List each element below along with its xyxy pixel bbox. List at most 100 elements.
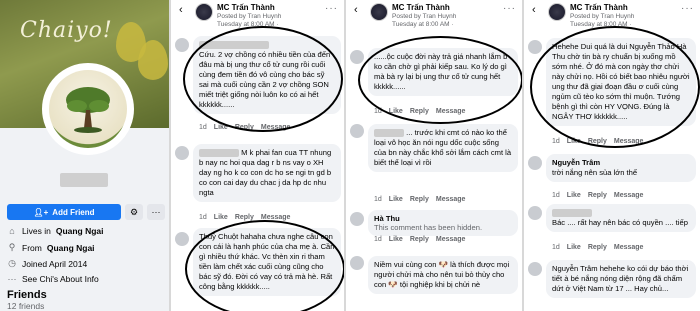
post-panel-4: ‹ MC Trấn Thành Posted by Tran Huynh Tue… [524,0,700,311]
home-icon: ⌂ [9,226,15,236]
message-button[interactable]: Message [614,138,644,145]
post-author[interactable]: MC Trấn Thành [392,3,450,12]
back-arrow-icon[interactable]: ‹ [532,4,536,16]
settings-button[interactable]: ⚙ [125,204,143,220]
reply-button[interactable]: Reply [588,244,607,251]
comment-text: Cứu. 2 vợ chồng có nhiều tiền của đến đâ… [199,50,331,109]
like-button[interactable]: Like [567,192,581,199]
comment: Niềm vui cùng con 🐶 là thích được mọi ng… [368,256,518,294]
commenter-avatar[interactable] [528,262,542,276]
comment-actions: 1d Like Reply Message [552,138,643,145]
message-button[interactable]: Message [261,124,291,131]
more-options-icon[interactable]: ··· [325,3,338,14]
more-options-icon[interactable]: ··· [681,3,694,14]
comment: Cứu. 2 vợ chồng có nhiều tiền của đến đâ… [193,36,341,114]
post-author[interactable]: MC Trấn Thành [217,3,275,12]
add-friend-label: Add Friend [52,207,95,217]
comment-actions: 1d Like Reply Message [552,244,643,251]
about-row[interactable]: ··· See Chi's About Info [7,274,99,284]
like-button[interactable]: Like [389,108,403,115]
comment-time: 1d [374,196,382,203]
message-button[interactable]: Message [614,192,644,199]
like-button[interactable]: Like [389,196,403,203]
commenter-avatar[interactable] [175,146,189,160]
post-time[interactable]: Tuesday at 8:00 AM · [570,21,632,28]
message-button[interactable]: Message [436,236,466,243]
reply-button[interactable]: Reply [588,192,607,199]
message-button[interactable]: Message [261,214,291,221]
comment: M k phai fan cua TT nhung b nay nc hoi q… [193,144,341,202]
avatar-image [49,70,127,148]
comment: Hehehe Dui quá là dui Nguyễn Thảo Hà Thu… [546,38,696,126]
commenter-name[interactable]: Nguyễn Trâm [552,158,690,168]
reply-button[interactable]: Reply [410,108,429,115]
like-button[interactable]: Like [214,214,228,221]
like-button[interactable]: Like [389,236,403,243]
posted-by: Posted by Tran Huynh [392,13,457,20]
comment: Nguyễn Trâm hehehe ko cói dự báo thời ti… [546,260,696,298]
commenter-avatar[interactable] [528,206,542,220]
like-button[interactable]: Like [567,138,581,145]
commenter-name-redacted [199,149,239,157]
message-button[interactable]: Message [436,196,466,203]
profile-avatar[interactable] [42,63,134,155]
back-arrow-icon[interactable]: ‹ [354,4,358,16]
page-avatar[interactable] [370,3,388,21]
reply-button[interactable]: Reply [235,124,254,131]
comment-text: Nguyễn Trâm hehehe ko cói dự báo thời ti… [552,264,689,293]
location-pin-icon: ⚲ [8,242,16,252]
commenter-name-redacted [552,209,592,217]
dots-icon: ··· [7,274,17,284]
more-options-icon[interactable]: ··· [503,3,516,14]
commenter-name[interactable]: Hà Thu [374,214,512,223]
comment-text: Hehehe Dui quá là dui Nguyễn Thảo Hà Thu… [552,42,690,121]
comment-time: 1d [374,236,382,243]
friends-heading[interactable]: Friends [7,289,47,301]
lives-in-row: ⌂ Lives in Quang Ngai [7,226,104,236]
comment-time: 1d [552,192,560,199]
more-button[interactable]: ··· [147,204,165,220]
comment: Nguyễn Trâm trời nắng nên sủa lớn thế [546,154,696,182]
cover-text: Chaiyo! [20,18,113,43]
comment-text: trời nắng nên sủa lớn thế [552,168,638,177]
post-author[interactable]: MC Trấn Thành [570,3,628,12]
post-time[interactable]: Tuesday at 8:00 AM · [217,21,279,28]
comment-actions: 1d Like Reply Message [552,192,643,199]
tree-icon [66,87,110,133]
message-button[interactable]: Message [436,108,466,115]
reply-button[interactable]: Reply [588,138,607,145]
reply-button[interactable]: Reply [235,214,254,221]
profile-panel: Chaiyo! 👤︎+ Add Friend ⚙ ··· ⌂ Lives in … [0,0,171,311]
post-time[interactable]: Tuesday at 8:00 AM · [392,21,454,28]
about-link[interactable]: See Chi's About Info [22,274,99,284]
commenter-avatar[interactable] [528,156,542,170]
page-avatar[interactable] [195,3,213,21]
profile-name-redacted [60,173,108,187]
reply-button[interactable]: Reply [410,236,429,243]
page-avatar[interactable] [548,3,566,21]
comment-actions: 1d Like Reply Message [374,236,465,243]
from-row: ⚲ From Quang Ngai [7,242,95,253]
ellipsis-icon: ··· [151,207,161,217]
commenter-avatar[interactable] [350,50,364,64]
like-button[interactable]: Like [567,244,581,251]
hidden-comment-text: This comment has been hidden. [374,223,483,232]
like-button[interactable]: Like [214,124,228,131]
add-friend-button[interactable]: 👤︎+ Add Friend [7,204,121,220]
commenter-avatar[interactable] [175,232,189,246]
commenter-avatar[interactable] [350,124,364,138]
commenter-avatar[interactable] [528,40,542,54]
reply-button[interactable]: Reply [410,196,429,203]
lives-value[interactable]: Quang Ngai [56,226,104,236]
comment: ......ộc cuộc đời này trả giá nhanh lắm … [368,48,518,96]
lives-label: Lives in [22,226,51,236]
friends-count: 12 friends [7,301,45,311]
commenter-avatar[interactable] [175,38,189,52]
back-arrow-icon[interactable]: ‹ [179,4,183,16]
commenter-avatar[interactable] [350,212,364,226]
commenter-avatar[interactable] [350,256,364,270]
cover-leaf [138,40,168,80]
message-button[interactable]: Message [614,244,644,251]
commenter-name-redacted [374,129,404,137]
from-value[interactable]: Quang Ngai [47,243,95,253]
